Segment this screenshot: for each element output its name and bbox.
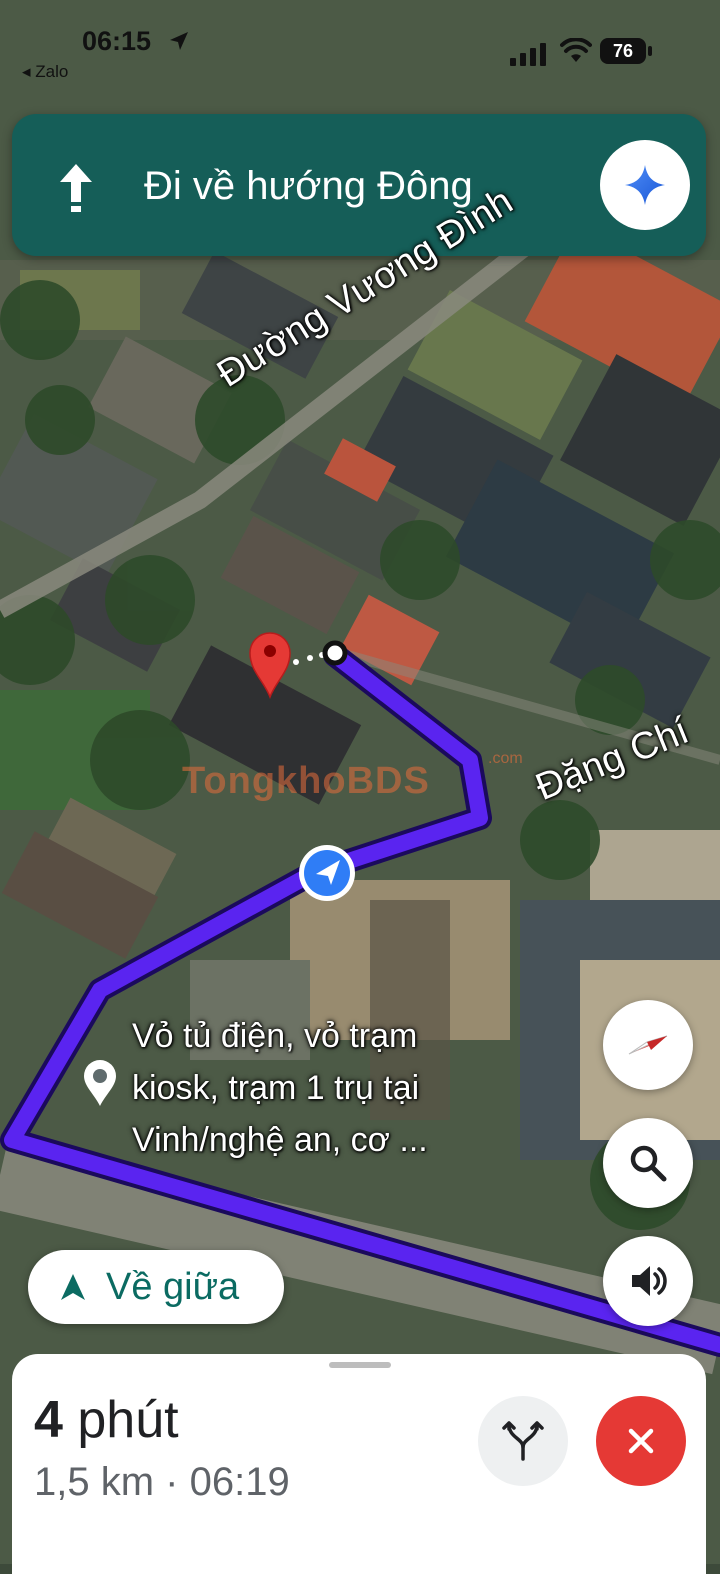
place-pin-icon <box>84 1060 116 1106</box>
arrow-up-icon <box>60 164 92 212</box>
assistant-button[interactable] <box>600 140 690 230</box>
watermark: TongkhoBDS <box>182 760 430 802</box>
destination-place-label[interactable]: Vỏ tủ điện, vỏ trạm kiosk, trạm 1 trụ tạ… <box>132 1010 428 1166</box>
alternate-routes-button[interactable] <box>478 1396 568 1486</box>
route-start-dot <box>322 640 348 666</box>
close-icon <box>628 1428 654 1454</box>
status-bar: 06:15 ◂ Zalo 76 <box>0 0 720 100</box>
location-arrow-icon <box>170 32 188 50</box>
sound-button[interactable] <box>603 1236 693 1326</box>
compass-button[interactable] <box>603 1000 693 1090</box>
place-label-line: kiosk, trạm 1 trụ tại <box>132 1069 420 1107</box>
duration-unit: phút <box>62 1391 179 1449</box>
place-label-line: Vỏ tủ điện, vỏ trạm <box>132 1017 418 1055</box>
navigation-banner[interactable]: Đi về hướng Đông <box>12 114 706 256</box>
battery-indicator: 76 <box>600 38 646 64</box>
trip-summary-sheet[interactable]: 4 phút 1,5 km · 06:19 <box>12 1354 706 1574</box>
place-label-line: Vinh/nghệ an, cơ ... <box>132 1121 428 1159</box>
current-location-icon <box>299 845 355 901</box>
battery-tip <box>648 46 652 56</box>
search-icon <box>630 1145 667 1182</box>
navigation-arrow-icon <box>61 1274 85 1300</box>
compass-icon <box>628 1035 668 1055</box>
duration-value: 4 <box>34 1391 63 1449</box>
wifi-icon <box>560 38 592 62</box>
status-time: 06:15 <box>82 26 152 56</box>
trip-duration: 4 phút <box>34 1390 179 1450</box>
navigation-instruction: Đi về hướng Đông <box>144 164 473 208</box>
sheet-drag-handle[interactable] <box>329 1362 391 1368</box>
sparkle-icon <box>625 165 665 205</box>
back-to-app-link[interactable]: ◂ Zalo <box>22 62 68 82</box>
recenter-label: Về giữa <box>106 1266 240 1308</box>
recenter-button[interactable]: Về giữa <box>28 1250 284 1324</box>
exit-navigation-button[interactable] <box>596 1396 686 1486</box>
cellular-signal-icon <box>510 43 546 66</box>
alt-routes-icon <box>502 1421 544 1461</box>
search-along-route-button[interactable] <box>603 1118 693 1208</box>
watermark-domain: .com <box>488 750 523 767</box>
volume-icon <box>632 1266 667 1296</box>
trip-distance-eta: 1,5 km · 06:19 <box>34 1460 290 1504</box>
